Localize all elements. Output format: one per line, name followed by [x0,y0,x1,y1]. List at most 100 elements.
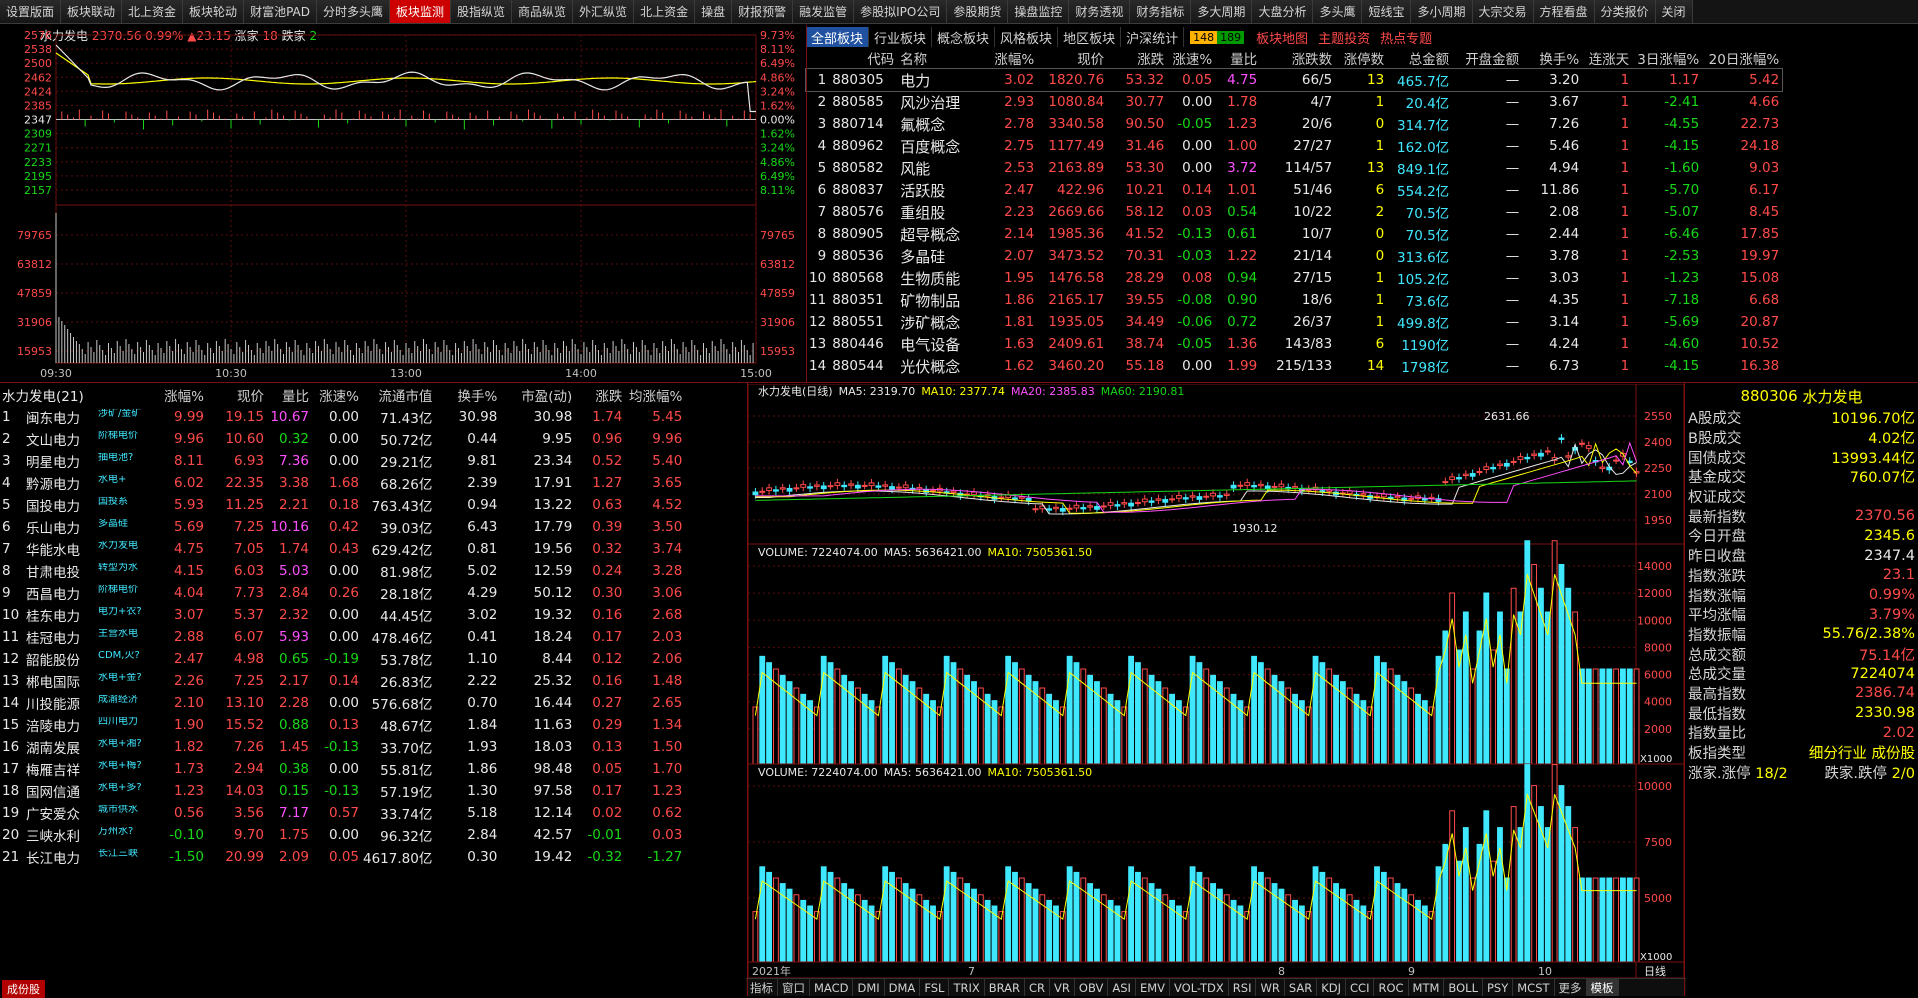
indicator-tab[interactable]: MTM [1409,979,1445,996]
stock-name[interactable]: 长江电力 [24,846,96,868]
sector-row[interactable]: 12 880551 涉矿概念 1.81 1935.05 34.49 -0.06 0.72 26/… [806,311,1782,333]
sector-row[interactable]: 13 880446 电气设备 1.63 2409.61 38.74 -0.05 1.36 143… [806,333,1782,355]
constituent-row[interactable]: 6 乐山电力 多晶硅 5.69 7.25 10.16 0.42 39.03亿 6.43 17.79… [0,516,684,538]
top-tab[interactable]: 股指纵览 [451,0,513,23]
stock-name[interactable]: 湖南发展 [24,736,96,758]
sector-col-header[interactable]: 涨跌数 [1260,47,1335,69]
top-tab[interactable]: 融发监管 [793,0,855,23]
top-tab[interactable]: 板块监测 [390,0,452,23]
top-tab[interactable]: 大盘分析 [1252,0,1314,23]
constituent-row[interactable]: 8 甘肃电投 转型为水 4.15 6.03 5.03 0.00 81.98亿 5.02 12.59… [0,560,684,582]
constituent-col-header[interactable]: 现价 [206,384,266,406]
link-sector-map[interactable]: 板块地图 [1256,28,1308,47]
sector-row[interactable]: 1 880305 电力 3.02 1820.76 53.32 0.05 4.75 66/5 13 4… [804,68,1784,92]
top-tab[interactable]: 操盘 [695,0,733,23]
sector-col-header[interactable]: 连涨天 [1582,47,1632,69]
sector-row[interactable]: 2 880585 风沙治理 2.93 1080.84 30.77 0.00 1.78 4/7 1 2… [806,91,1782,113]
top-tab[interactable]: 北上资金 [122,0,184,23]
indicator-tab[interactable]: BRAR [985,979,1026,996]
tab-style[interactable]: 风格板块 [995,27,1059,47]
stock-name[interactable]: 三峡水利 [24,824,96,846]
tab-hs-stats[interactable]: 沪深统计 [1121,27,1185,47]
constituent-tab[interactable]: 成份股 [2,980,45,998]
indicator-tab[interactable]: EMV [1136,979,1170,996]
top-tab[interactable]: 多小周期 [1411,0,1473,23]
indicator-tab[interactable]: 指标 [746,979,778,996]
constituent-row[interactable]: 15 涪陵电力 四川电力 1.90 15.52 0.88 0.13 48.67亿 1.84 11.… [0,714,684,736]
sector-col-header[interactable]: 量比 [1215,47,1260,69]
indicator-tab[interactable]: KDJ [1317,979,1347,996]
indicator-tab[interactable]: 窗口 [778,979,810,996]
constituent-row[interactable]: 2 文山电力 阶梯电价 9.96 10.60 0.32 0.00 50.72亿 0.44 9.95… [0,428,684,450]
top-tab[interactable]: 大宗交易 [1472,0,1534,23]
sector-col-header[interactable]: 开盘金额 [1452,47,1522,69]
top-tab[interactable]: 商品纵览 [512,0,574,23]
indicator-tab[interactable]: VR [1050,979,1075,996]
sector-row[interactable]: 11 880351 矿物制品 1.86 2165.17 39.55 -0.08 0.90 18/… [806,289,1782,311]
constituent-row[interactable]: 17 梅雁吉祥 水电+梅? 1.73 2.94 0.38 0.00 55.81亿 1.86 98.… [0,758,684,780]
link-theme[interactable]: 主题投资 [1318,28,1370,47]
sector-col-header[interactable]: 涨速% [1167,47,1215,69]
stock-name[interactable]: 桂冠电力 [24,626,96,648]
indicator-tab[interactable]: PSY [1483,979,1514,996]
indicator-tab[interactable]: ASI [1108,979,1136,996]
top-tab[interactable]: 方程看盘 [1533,0,1595,23]
constituent-row[interactable]: 21 长江电力 长江三峡 -1.50 20.99 2.09 0.05 4617.80亿 0.30… [0,846,684,868]
top-tab[interactable]: 分时多头鹰 [316,0,390,23]
top-tab[interactable]: 财报预警 [732,0,794,23]
sector-row[interactable]: 5 880582 风能 2.53 2163.89 53.30 0.00 3.72 114/57 1… [806,157,1782,179]
sector-col-header[interactable]: 涨幅% [987,47,1037,69]
top-tab[interactable]: 财富池PAD [244,0,317,23]
constituent-col-header[interactable]: 量比 [266,384,311,406]
tab-region[interactable]: 地区板块 [1058,27,1122,47]
indicator-tab[interactable]: BOLL [1444,979,1483,996]
constituent-row[interactable]: 13 郴电国际 水电+金? 2.26 7.25 2.17 0.14 26.83亿 2.22 25.… [0,670,684,692]
constituent-row[interactable]: 12 韶能股份 CDM,火? 2.47 4.98 0.65 -0.19 53.78亿 1.10 8… [0,648,684,670]
stock-name[interactable]: 国投电力 [24,494,96,516]
sector-row[interactable]: 14 880544 光伏概念 1.62 3460.20 55.18 0.00 1.99 215/… [806,355,1782,377]
stock-name[interactable]: 华能水电 [24,538,96,560]
stock-name[interactable]: 黔源电力 [24,472,96,494]
indicator-tab[interactable]: 模板 [1586,979,1619,996]
top-tab[interactable]: 多大周期 [1191,0,1253,23]
top-tab[interactable]: 短线宝 [1362,0,1412,23]
constituent-row[interactable]: 7 华能水电 水力发电 4.75 7.05 1.74 0.43 629.42亿 0.81 19.5… [0,538,684,560]
sector-col-header[interactable]: 代码 [829,47,897,69]
sector-row[interactable]: 8 880905 超导概念 2.14 1985.36 41.52 -0.13 0.61 10/7… [806,223,1782,245]
top-tab[interactable]: 外汇纵览 [573,0,635,23]
constituent-col-header[interactable]: 均涨幅% [624,384,684,406]
constituent-row[interactable]: 10 桂东电力 电力+农? 3.07 5.37 2.32 0.00 44.45亿 3.02 19.… [0,604,684,626]
stock-name[interactable]: 涪陵电力 [24,714,96,736]
stock-name[interactable]: 乐山电力 [24,516,96,538]
stock-name[interactable]: 韶能股份 [24,648,96,670]
indicator-tab[interactable]: TRIX [949,979,985,996]
stock-name[interactable]: 闽东电力 [24,406,96,428]
top-tab[interactable]: 参股拟IPO公司 [854,0,948,23]
constituent-row[interactable]: 16 湖南发展 水电+湘? 1.82 7.26 1.45 -0.13 33.70亿 1.93 18… [0,736,684,758]
constituent-col-header[interactable]: 市盈(动) [499,384,574,406]
constituent-row[interactable]: 11 桂冠电力 主营水电 2.88 6.07 5.93 0.00 478.46亿 0.41 18.… [0,626,684,648]
constituent-row[interactable]: 18 国网信通 水电+多? 1.23 14.03 0.15 -0.13 57.19亿 1.30 9… [0,780,684,802]
indicator-tab[interactable]: RSI [1229,979,1257,996]
top-tab[interactable]: 参股期货 [947,0,1009,23]
constituent-row[interactable]: 9 西昌电力 阶梯电价 4.04 7.73 2.84 0.26 28.18亿 4.29 50.12… [0,582,684,604]
top-tab[interactable]: 板块联动 [61,0,123,23]
top-tab[interactable]: 设置版面 [0,0,62,23]
top-tab[interactable]: 多头鹰 [1313,0,1363,23]
stock-name[interactable]: 梅雁吉祥 [24,758,96,780]
indicator-tab[interactable]: OBV [1075,979,1109,996]
constituent-row[interactable]: 14 川投能源 成渝经济 2.10 13.10 2.28 0.00 576.68亿 0.70 16… [0,692,684,714]
indicator-tab[interactable]: DMA [885,979,921,996]
link-hot[interactable]: 热点专题 [1380,28,1432,47]
sector-col-header[interactable]: 换手% [1522,47,1582,69]
indicator-tab[interactable]: CCI [1346,979,1375,996]
stock-name[interactable]: 甘肃电投 [24,560,96,582]
sector-col-header[interactable]: 名称 [897,47,987,69]
indicator-tab[interactable]: FSL [920,979,950,996]
stock-name[interactable]: 川投能源 [24,692,96,714]
sector-row[interactable]: 10 880568 生物质能 1.95 1476.58 28.29 0.08 0.94 27/1… [806,267,1782,289]
top-tab[interactable]: 财务指标 [1130,0,1192,23]
indicator-tab[interactable]: WR [1256,979,1285,996]
sector-col-header[interactable]: 涨跌 [1107,47,1167,69]
sector-col-header[interactable]: 现价 [1037,47,1107,69]
